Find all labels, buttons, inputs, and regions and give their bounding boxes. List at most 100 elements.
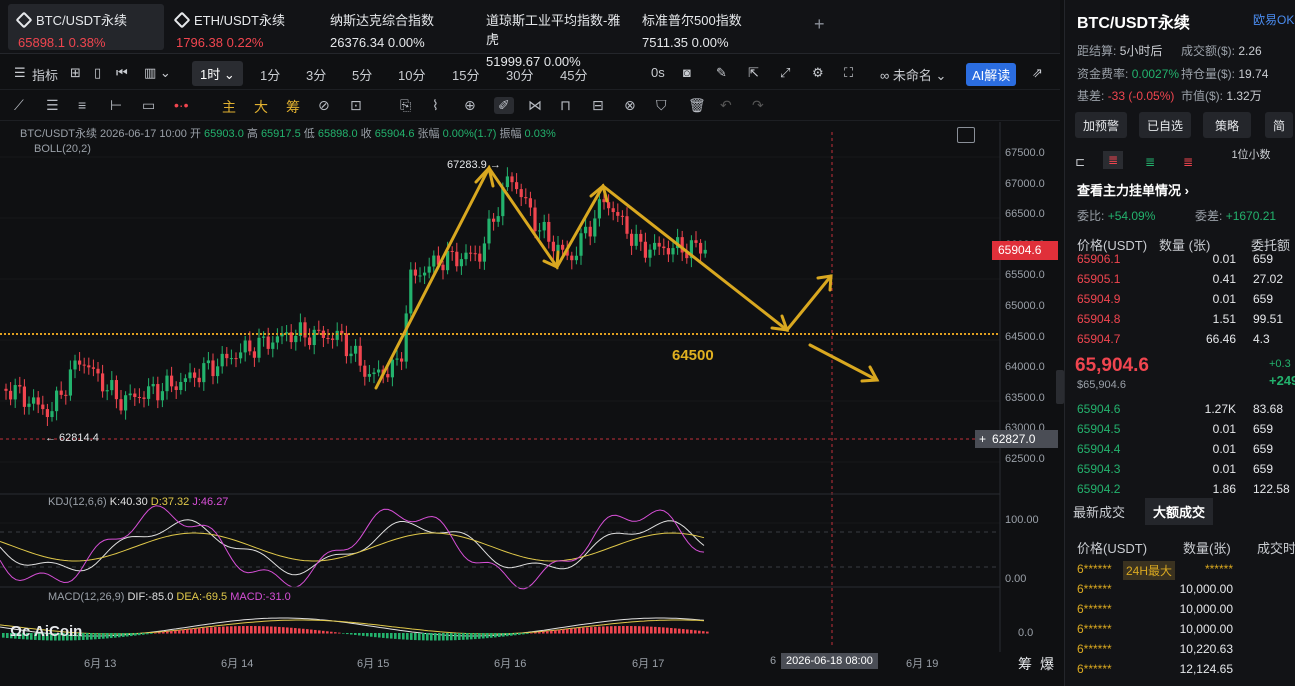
bid-cell[interactable]: 0.01: [1213, 422, 1236, 436]
add-tab-icon[interactable]: +: [814, 14, 825, 35]
link-tool-icon[interactable]: ⊗: [624, 97, 636, 114]
rect-tool-icon[interactable]: ▭: [142, 97, 155, 114]
symbol-title[interactable]: BTC/USDT永续: [1077, 9, 1190, 33]
compare-icon[interactable]: ⊞: [70, 65, 81, 81]
boll-legend[interactable]: BOLL(20,2): [34, 143, 91, 155]
chip-button[interactable]: 筹: [1018, 654, 1032, 674]
brush-tool-icon[interactable]: ✐: [494, 97, 514, 114]
settings-icon[interactable]: ⚙: [812, 65, 824, 81]
bid-cell[interactable]: 1.27K: [1205, 402, 1236, 416]
ask-cell[interactable]: 65904.7: [1077, 332, 1120, 346]
bid-cell[interactable]: 0.01: [1213, 442, 1236, 456]
measure-tool-icon[interactable]: ⊘: [318, 97, 330, 114]
bid-cell[interactable]: 659: [1253, 462, 1273, 476]
period-5m[interactable]: 5分: [352, 65, 372, 84]
period-30m[interactable]: 30分: [506, 65, 533, 84]
ask-cell[interactable]: 659: [1253, 252, 1273, 266]
tab-btc[interactable]: BTC/USDT永续 65898.1 0.38%: [8, 4, 164, 50]
ai-button[interactable]: AI解读: [966, 63, 1017, 86]
parallel-tool-icon[interactable]: ☰: [46, 97, 59, 114]
undo-icon[interactable]: ↶: [720, 97, 732, 114]
main-orders-link[interactable]: 查看主力挂单情况 ›: [1077, 180, 1189, 199]
burst-button[interactable]: 爆: [1040, 654, 1054, 674]
tab-dow[interactable]: 道琼斯工业平均指数-雅虎 51999.67 0.00%: [476, 4, 636, 69]
ray-tool-icon[interactable]: ⊢: [110, 97, 122, 114]
bid-cell[interactable]: 122.58: [1253, 482, 1290, 496]
lock-tool-icon[interactable]: ⊓: [560, 97, 571, 114]
down-arrow[interactable]: [808, 343, 879, 382]
edit-icon[interactable]: ✎: [716, 65, 727, 81]
panel-toggle-handle[interactable]: [1056, 370, 1064, 404]
bid-cell[interactable]: 65904.3: [1077, 462, 1120, 476]
book-both-icon[interactable]: ⊏: [1075, 155, 1085, 169]
bid-cell[interactable]: 659: [1253, 442, 1273, 456]
dots-tool-icon[interactable]: •·•: [174, 97, 188, 113]
ask-cell[interactable]: 66.46: [1206, 332, 1236, 346]
level-annotation[interactable]: 64500: [672, 347, 714, 364]
tab-sp500[interactable]: 标准普尔500指数 7511.35 0.00%: [632, 4, 782, 50]
tab-large-trades[interactable]: 大额成交: [1145, 498, 1214, 525]
template-tool-icon[interactable]: ⊟: [592, 97, 604, 114]
book-asks-icon[interactable]: ≣: [1183, 155, 1193, 169]
expand-icon[interactable]: ⛶: [844, 65, 853, 81]
maximize-icon[interactable]: [957, 127, 975, 143]
bid-cell[interactable]: 83.68: [1253, 402, 1283, 416]
book-mixed-icon[interactable]: ≣: [1103, 151, 1124, 169]
interval-select[interactable]: 1时 ⌄: [192, 61, 243, 86]
hline-tool-icon[interactable]: ≡: [78, 97, 86, 113]
bid-cell[interactable]: 65904.5: [1077, 422, 1120, 436]
layout-icon[interactable]: ▯: [94, 65, 101, 81]
watchlist-button[interactable]: 已自选: [1139, 112, 1192, 138]
camera-icon[interactable]: ◙: [683, 65, 691, 80]
filter-tool-icon[interactable]: ⛉: [656, 97, 667, 114]
trend-arrows[interactable]: [374, 164, 880, 390]
period-3m[interactable]: 3分: [306, 65, 326, 84]
kdj-legend[interactable]: KDJ(12,6,6) K:40.30 D:37.32 J:46.27: [48, 496, 228, 508]
fullscreen-icon[interactable]: ⤢: [780, 65, 790, 81]
bid-cell[interactable]: 0.01: [1213, 462, 1236, 476]
note-tool-icon[interactable]: ⎘: [400, 97, 411, 114]
ask-cell[interactable]: 0.01: [1213, 292, 1236, 306]
macd-legend[interactable]: MACD(12,26,9) DIF:-85.0 DEA:-69.5 MACD:-…: [48, 591, 291, 603]
candle-type-icon[interactable]: ▥ ⌄: [144, 65, 171, 81]
layout-name-select[interactable]: ∞ 未命名 ⌄: [880, 65, 946, 84]
depth-select[interactable]: 1位小数: [1221, 148, 1281, 162]
big-toggle[interactable]: 大: [254, 97, 268, 117]
ask-cell[interactable]: 4.3: [1253, 332, 1270, 346]
period-15m[interactable]: 15分: [452, 65, 479, 84]
ruler-tool-icon[interactable]: ⌇: [432, 97, 439, 114]
ask-cell[interactable]: 0.01: [1213, 252, 1236, 266]
period-1m[interactable]: 1分: [260, 65, 280, 84]
bid-cell[interactable]: 65904.4: [1077, 442, 1120, 456]
line-tool-icon[interactable]: ⟋: [14, 97, 24, 114]
ask-cell[interactable]: 1.51: [1213, 312, 1236, 326]
period-45m[interactable]: 45分: [560, 65, 587, 84]
export-icon[interactable]: ⇗: [1032, 65, 1043, 81]
bid-cell[interactable]: 659: [1253, 422, 1273, 436]
ask-cell[interactable]: 65905.1: [1077, 272, 1120, 286]
ask-cell[interactable]: 27.02: [1253, 272, 1283, 286]
tab-eth[interactable]: ETH/USDT永续 1796.38 0.22%: [166, 4, 316, 50]
main-toggle[interactable]: 主: [222, 97, 236, 117]
ask-cell[interactable]: 0.41: [1213, 272, 1236, 286]
chip-toggle[interactable]: 筹: [286, 97, 300, 117]
indicators-button[interactable]: 指标: [32, 65, 58, 84]
ask-cell[interactable]: 65906.1: [1077, 252, 1120, 266]
share-icon[interactable]: ⇱: [748, 65, 759, 81]
alert-button[interactable]: 加预警: [1075, 112, 1128, 138]
bid-cell[interactable]: 65904.2: [1077, 482, 1120, 496]
ask-cell[interactable]: 65904.8: [1077, 312, 1120, 326]
zoom-tool-icon[interactable]: ⊕: [464, 97, 476, 114]
tab-latest-trades[interactable]: 最新成交: [1073, 502, 1125, 521]
replay-icon[interactable]: ⏮: [116, 65, 128, 81]
ask-cell[interactable]: 99.51: [1253, 312, 1283, 326]
book-bids-icon[interactable]: ≣: [1145, 155, 1155, 169]
bid-cell[interactable]: 1.86: [1213, 482, 1236, 496]
ask-cell[interactable]: 659: [1253, 292, 1273, 306]
period-0s[interactable]: 0s: [651, 65, 665, 80]
simple-button[interactable]: 简: [1265, 112, 1294, 138]
strategy-button[interactable]: 策略: [1203, 112, 1252, 138]
indicators-icon[interactable]: ☰: [14, 65, 26, 81]
magnet-tool-icon[interactable]: ⋈: [528, 97, 542, 114]
bid-cell[interactable]: 65904.6: [1077, 402, 1120, 416]
